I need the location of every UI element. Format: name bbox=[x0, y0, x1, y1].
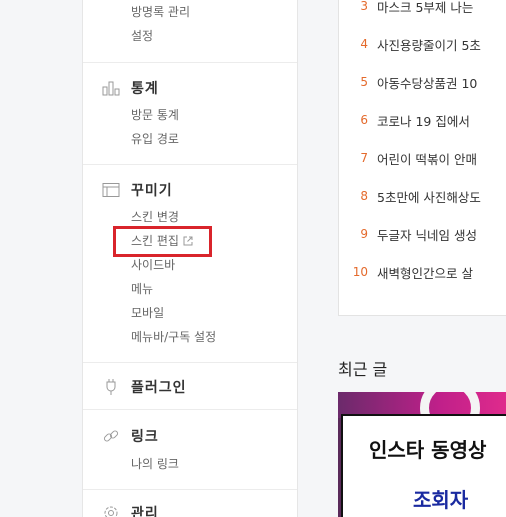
menu-settings[interactable]: 설정 bbox=[131, 27, 153, 45]
popular-title: 5초만에 사진해상도 bbox=[377, 189, 481, 205]
menu-menu[interactable]: 메뉴 bbox=[131, 280, 153, 298]
popular-title: 두글자 닉네임 생성 bbox=[377, 227, 477, 243]
thumbnail-text-line2: 조회자 bbox=[413, 488, 469, 512]
divider bbox=[83, 489, 297, 490]
recent-posts-heading: 최근 글 bbox=[338, 360, 388, 379]
recent-post-thumbnail[interactable]: 인스타 동영상 조회자 bbox=[338, 392, 506, 517]
popular-rank: 9 bbox=[360, 227, 368, 241]
plug-icon bbox=[101, 378, 121, 396]
popular-rank: 3 bbox=[360, 0, 368, 13]
section-manage-header[interactable]: 관리 bbox=[101, 502, 159, 517]
section-decorate-title: 꾸미기 bbox=[131, 183, 173, 199]
popular-post-item[interactable]: 6 코로나 19 집에서 bbox=[339, 110, 470, 130]
menu-visit-stats[interactable]: 방문 통계 bbox=[131, 106, 179, 124]
divider bbox=[83, 409, 297, 410]
popular-title: 어린이 떡볶이 안매 bbox=[377, 151, 477, 167]
menu-sidebar[interactable]: 사이드바 bbox=[131, 256, 175, 274]
popular-title: 새벽형인간으로 살 bbox=[377, 265, 473, 281]
divider bbox=[83, 362, 297, 363]
popular-title: 아동수당상품권 10 bbox=[377, 75, 478, 91]
section-decorate-header[interactable]: 꾸미기 bbox=[101, 179, 173, 201]
popular-post-item[interactable]: 8 5초만에 사진해상도 bbox=[339, 186, 481, 206]
menu-guestbook-manage[interactable]: 방명록 관리 bbox=[131, 3, 190, 21]
menu-my-link[interactable]: 나의 링크 bbox=[131, 455, 179, 473]
section-stats-header[interactable]: 통계 bbox=[101, 77, 159, 99]
popular-post-item[interactable]: 4 사진용량줄이기 5초 bbox=[339, 34, 481, 54]
section-plugin-header[interactable]: 플러그인 bbox=[101, 376, 187, 398]
popular-posts-card: 3 마스크 5부제 나는 4 사진용량줄이기 5초 5 아동수당상품권 10 6… bbox=[338, 0, 506, 316]
section-stats-title: 통계 bbox=[131, 81, 159, 97]
popular-rank: 6 bbox=[360, 113, 368, 127]
popular-title: 사진용량줄이기 5초 bbox=[377, 37, 481, 53]
popular-rank: 7 bbox=[360, 151, 368, 165]
popular-post-item[interactable]: 5 아동수당상품권 10 bbox=[339, 72, 477, 92]
section-manage-title: 관리 bbox=[131, 506, 159, 517]
menu-mobile[interactable]: 모바일 bbox=[131, 304, 164, 322]
menu-skin-change[interactable]: 스킨 변경 bbox=[131, 208, 179, 226]
link-chain-icon bbox=[101, 427, 121, 445]
popular-rank: 10 bbox=[352, 265, 368, 279]
layout-window-icon bbox=[101, 181, 121, 199]
main-content: 3 마스크 5부제 나는 4 사진용량줄이기 5초 5 아동수당상품권 10 6… bbox=[298, 0, 506, 517]
skin-edit-highlight-box bbox=[113, 226, 212, 257]
blog-admin-sidebar: 방명록 관리 설정 통계 방문 통계 유입 경로 꾸미기 스킨 변경 스킨 편집… bbox=[82, 0, 298, 517]
thumbnail-text-panel: 인스타 동영상 조회자 bbox=[341, 414, 506, 517]
popular-title: 마스크 5부제 나는 bbox=[377, 0, 474, 15]
menu-referrer[interactable]: 유입 경로 bbox=[131, 130, 179, 148]
popular-post-item[interactable]: 9 두글자 닉네임 생성 bbox=[339, 224, 477, 244]
section-plugin-title: 플러그인 bbox=[131, 380, 187, 396]
popular-rank: 8 bbox=[360, 189, 368, 203]
bar-chart-icon bbox=[101, 79, 121, 97]
popular-title: 코로나 19 집에서 bbox=[377, 113, 470, 129]
section-link-title: 링크 bbox=[131, 429, 159, 445]
popular-post-item[interactable]: 7 어린이 떡볶이 안매 bbox=[339, 148, 477, 168]
section-link-header[interactable]: 링크 bbox=[101, 425, 159, 447]
popular-post-item[interactable]: 3 마스크 5부제 나는 bbox=[339, 0, 473, 16]
menu-menubar-subscribe[interactable]: 메뉴바/구독 설정 bbox=[131, 328, 216, 346]
divider bbox=[83, 62, 297, 63]
gear-icon bbox=[101, 504, 121, 517]
popular-rank: 5 bbox=[360, 75, 368, 89]
popular-rank: 4 bbox=[360, 37, 368, 51]
divider bbox=[83, 164, 297, 165]
thumbnail-text-line1: 인스타 동영상 bbox=[369, 438, 487, 462]
popular-post-item[interactable]: 10 새벽형인간으로 살 bbox=[339, 262, 473, 282]
